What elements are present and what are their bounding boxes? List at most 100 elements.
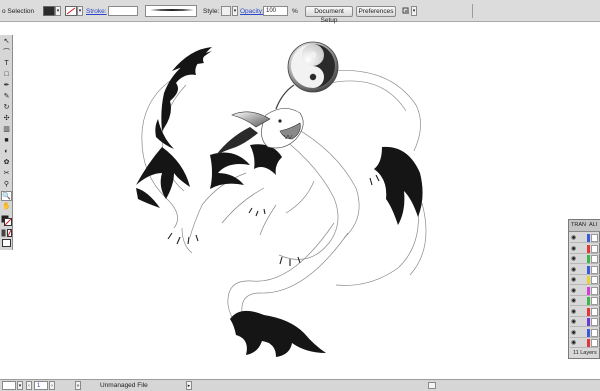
fill-swatch[interactable]	[43, 6, 55, 16]
visibility-eye-icon[interactable]: ◉	[571, 277, 576, 283]
visibility-eye-icon[interactable]: ◉	[571, 256, 576, 262]
page-field[interactable]: 1	[34, 381, 48, 390]
layer-thumbnail	[591, 265, 598, 274]
layer-row[interactable]: ◉	[570, 265, 600, 275]
zoom-tool-icon[interactable]: 🔍	[1, 191, 12, 201]
style-swatch[interactable]	[221, 6, 231, 16]
layer-row[interactable]: ◉	[570, 244, 600, 254]
layer-row[interactable]: ◉	[570, 254, 600, 264]
rectangle-tool-icon[interactable]: □	[1, 70, 12, 80]
layer-row[interactable]: ◉	[570, 296, 600, 306]
layer-color-swatch	[587, 265, 590, 274]
brush-stroke-preview-icon	[150, 9, 194, 11]
visibility-eye-icon[interactable]: ◉	[571, 330, 576, 336]
layer-color-swatch	[587, 339, 590, 347]
opacity-unit: %	[292, 8, 298, 15]
scrollbar-thumb[interactable]	[428, 382, 436, 389]
yin-yang-orb	[287, 41, 339, 93]
selection-label: o Selection	[2, 8, 35, 15]
color-mode-icon[interactable]	[1, 229, 12, 237]
layer-color-swatch	[587, 276, 590, 284]
previous-page-icon[interactable]: ‹	[26, 381, 32, 390]
layer-thumbnail	[591, 339, 598, 347]
layer-color-swatch	[587, 234, 590, 242]
arrange-icon[interactable]	[402, 6, 410, 16]
pencil-tool-icon[interactable]: ✎	[1, 92, 12, 102]
zoom-dropdown[interactable]: ▾	[17, 381, 23, 390]
opacity-label[interactable]: Opacity:	[240, 8, 264, 16]
tab-transform[interactable]: TRAN	[571, 222, 586, 229]
next-page-icon[interactable]: ›	[49, 381, 55, 390]
visibility-eye-icon[interactable]: ◉	[571, 288, 576, 294]
layer-thumbnail	[591, 276, 598, 284]
symbol-sprayer-icon[interactable]: ✿	[1, 158, 12, 168]
stroke-label[interactable]: Stroke:	[86, 8, 107, 16]
opacity-field[interactable]: 100	[263, 6, 288, 16]
layer-color-swatch	[587, 328, 590, 337]
brush-definition-field[interactable]	[145, 5, 197, 17]
layer-color-swatch	[587, 255, 590, 263]
rotate-tool-icon[interactable]: ↻	[1, 103, 12, 113]
visibility-eye-icon[interactable]: ◉	[571, 298, 576, 304]
layer-row[interactable]: ◉	[570, 233, 600, 243]
last-page-icon[interactable]: »	[75, 381, 81, 390]
fill-stroke-icon[interactable]	[1, 215, 12, 226]
lasso-tool-icon[interactable]: ⌒	[1, 48, 12, 58]
layer-color-swatch	[587, 244, 590, 253]
status-text: Unmanaged File	[100, 382, 148, 389]
type-tool-icon[interactable]: T	[1, 59, 12, 69]
control-bar: o Selection ▾ ▾ Stroke: Style: ▾ Opacity…	[0, 0, 600, 24]
selection-tool-icon[interactable]: ↖	[1, 37, 12, 47]
tools-panel: ↖ ⌒ T □ ✒ ✎ ↻ ✣ ▥ ■ ◐ ✿ ✂ ⚲ 🔍 ✋	[0, 35, 13, 250]
layers-panel: TRAN ALI ◉ ◉ ◉ ◉ ◉ ◉ ◉ ◉ ◉ ◉ ◉ 11 Layers	[568, 219, 600, 359]
artboard-canvas[interactable]	[14, 23, 568, 379]
stroke-dropdown[interactable]: ▾	[77, 6, 83, 16]
control-divider	[472, 4, 473, 18]
stroke-swatch[interactable]	[65, 6, 77, 16]
layer-row[interactable]: ◉	[570, 307, 600, 317]
tab-align[interactable]: ALI	[589, 222, 597, 229]
status-bar: ▾ ‹ 1 › » Unmanaged File ▸	[0, 379, 600, 391]
layer-thumbnail	[591, 328, 598, 337]
eyedropper-tool-icon[interactable]: ⚲	[1, 180, 12, 190]
gradient-tool-icon[interactable]: ■	[1, 136, 12, 146]
style-label: Style:	[203, 8, 220, 15]
none-stroke-icon	[66, 7, 76, 15]
stroke-weight-field[interactable]	[108, 6, 138, 16]
layer-thumbnail	[591, 244, 598, 253]
layer-color-swatch	[587, 286, 590, 295]
pen-tool-icon[interactable]: ✒	[1, 81, 12, 91]
status-dropdown[interactable]: ▸	[186, 381, 192, 390]
visibility-eye-icon[interactable]: ◉	[571, 267, 576, 273]
document-setup-button[interactable]: Document Setup	[305, 6, 353, 24]
layer-thumbnail	[591, 234, 598, 242]
layer-row[interactable]: ◉	[570, 286, 600, 296]
visibility-eye-icon[interactable]: ◉	[571, 309, 576, 315]
layer-thumbnail	[591, 286, 598, 295]
slice-tool-icon[interactable]: ✂	[1, 169, 12, 179]
layers-panel-header: TRAN ALI	[569, 220, 600, 232]
style-dropdown[interactable]: ▾	[232, 6, 238, 16]
layer-thumbnail	[591, 255, 598, 263]
visibility-eye-icon[interactable]: ◉	[571, 235, 576, 241]
layer-color-swatch	[587, 297, 590, 305]
hand-tool-icon[interactable]: ✋	[1, 202, 12, 212]
layer-row[interactable]: ◉	[570, 328, 600, 338]
layer-thumbnail	[591, 297, 598, 305]
graph-tool-icon[interactable]: ▥	[1, 125, 12, 135]
layer-row[interactable]: ◉	[570, 317, 600, 327]
layer-row[interactable]: ◉	[570, 338, 600, 348]
visibility-eye-icon[interactable]: ◉	[571, 340, 576, 346]
preferences-button[interactable]: Preferences	[356, 6, 396, 17]
layer-count: 11 Layers	[573, 350, 597, 356]
zoom-field[interactable]	[2, 381, 16, 390]
arrange-dropdown[interactable]: ▾	[411, 6, 417, 16]
fill-dropdown[interactable]: ▾	[55, 6, 61, 16]
warp-tool-icon[interactable]: ✣	[1, 114, 12, 124]
visibility-eye-icon[interactable]: ◉	[571, 319, 576, 325]
visibility-eye-icon[interactable]: ◉	[571, 246, 576, 252]
screen-mode-icon[interactable]	[1, 239, 12, 247]
layer-row[interactable]: ◉	[570, 275, 600, 285]
layer-color-swatch	[587, 318, 590, 326]
blend-tool-icon[interactable]: ◐	[1, 147, 12, 157]
